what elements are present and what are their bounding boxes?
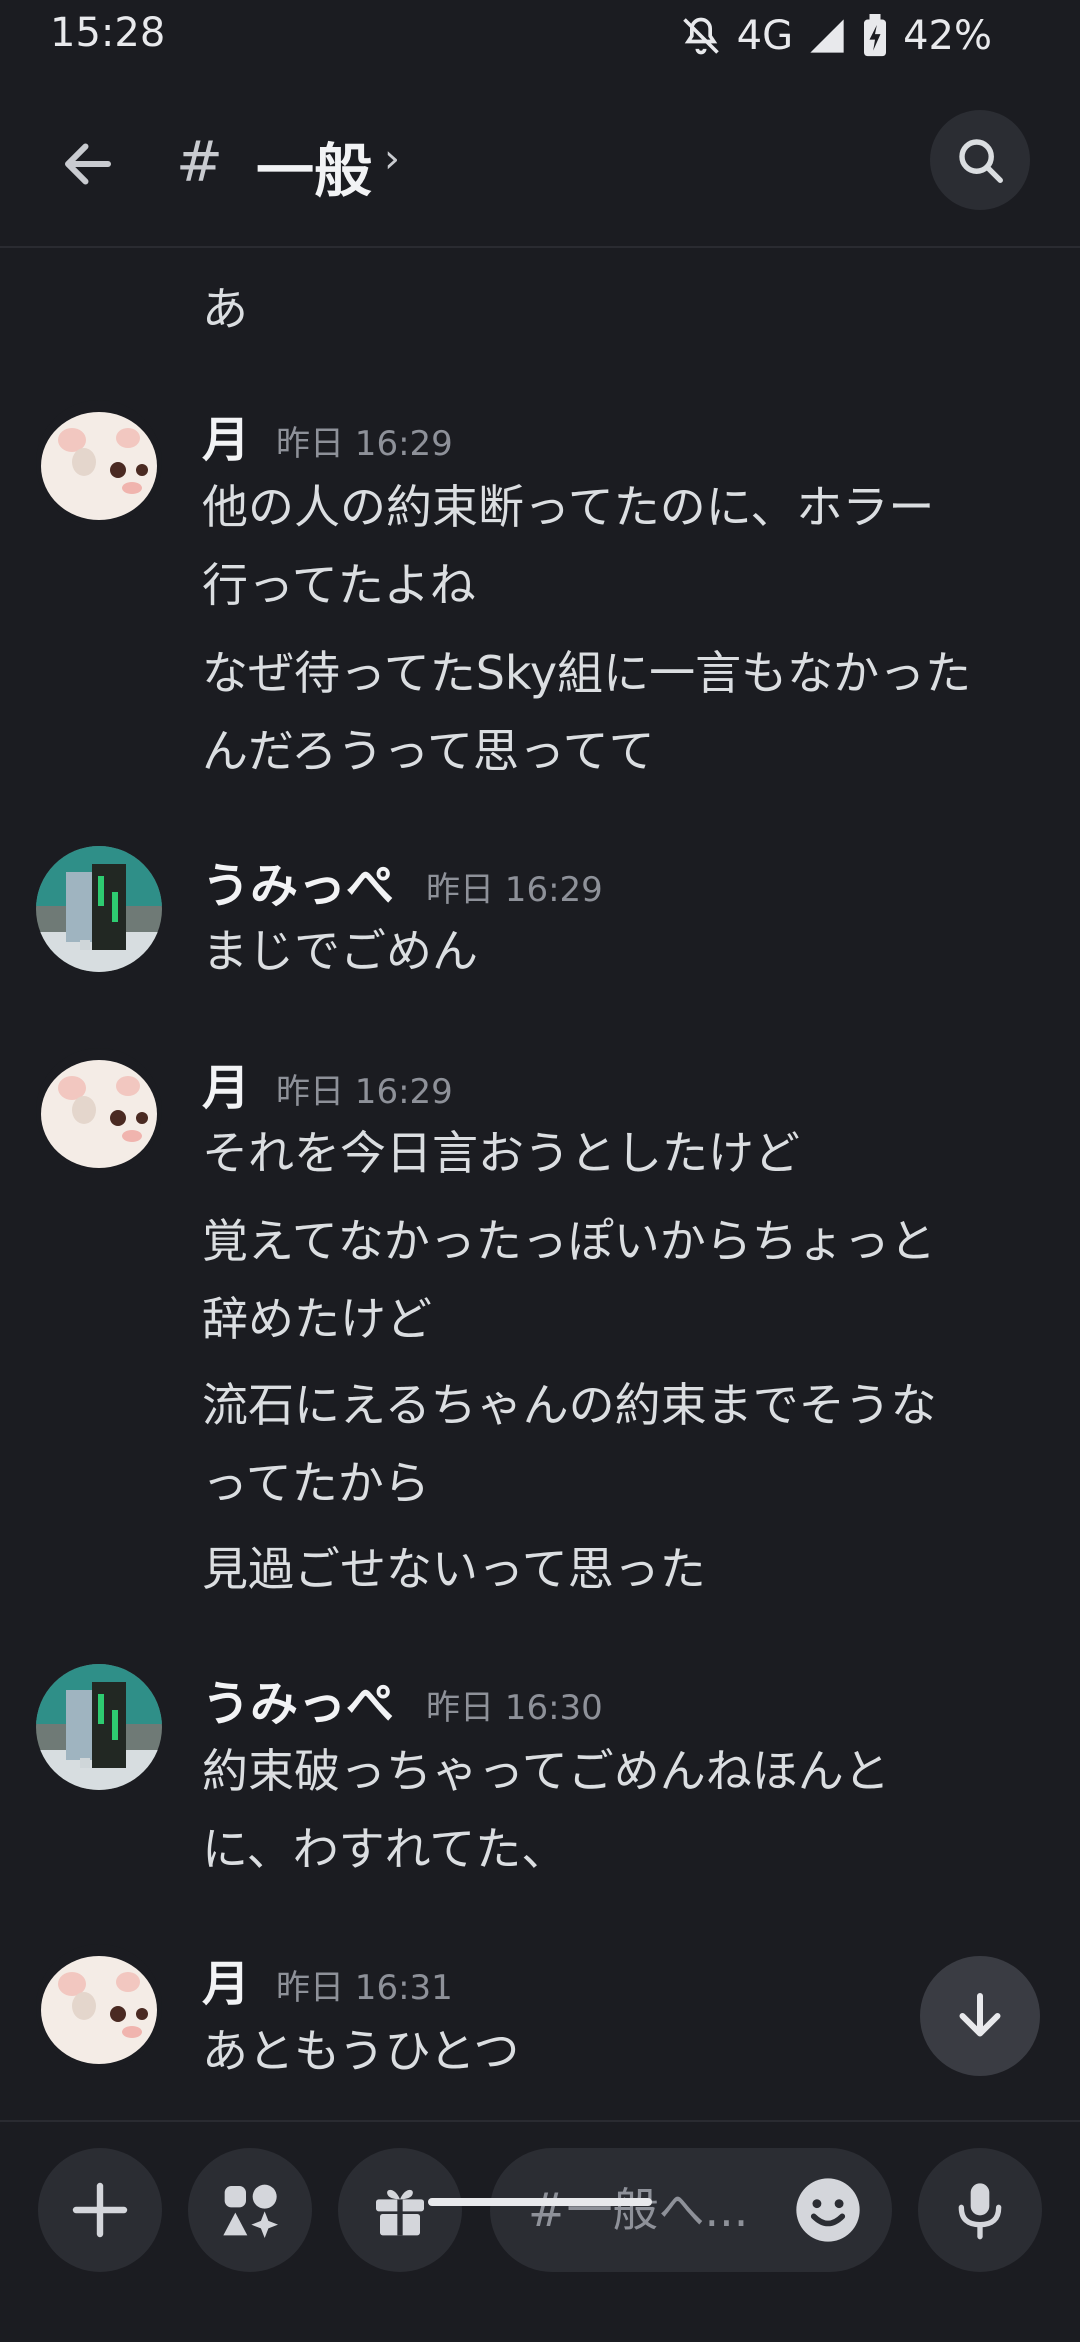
message-text: ってたから — [202, 1456, 430, 1510]
avatar[interactable] — [36, 1048, 162, 1174]
emoji-button[interactable] — [790, 2172, 866, 2248]
back-button[interactable] — [48, 124, 128, 204]
message-text: それを今日言おうとしたけど — [202, 1126, 800, 1180]
message-text: 流石にえるちゃんの約束までそうな — [202, 1378, 937, 1432]
voice-message-button[interactable] — [918, 2148, 1042, 2272]
message-text: 約束破っちゃってごめんねほんと — [202, 1744, 890, 1798]
message-input-container — [490, 2148, 892, 2272]
arrow-left-icon — [65, 143, 111, 185]
chevron-right-icon[interactable]: › — [384, 136, 400, 182]
status-time: 15:28 — [50, 10, 166, 56]
search-button[interactable] — [930, 110, 1030, 210]
message-text: なぜ待ってたSky組に一言もなかった — [202, 646, 972, 700]
author-name[interactable]: うみっぺ — [202, 846, 394, 916]
message-input[interactable] — [526, 2176, 770, 2244]
message-timestamp: 昨日 16:30 — [426, 1688, 603, 1728]
message-text: 覚えてなかったっぽいからちょっと — [202, 1214, 936, 1268]
gift-icon — [376, 2189, 424, 2236]
message-timestamp: 昨日 16:29 — [426, 870, 603, 910]
author-name[interactable]: 月 — [202, 1048, 250, 1118]
message-text: 見過ごせないって思った — [202, 1542, 706, 1596]
message-text: あともうひとつ — [202, 2024, 520, 2078]
avatar[interactable] — [36, 400, 162, 526]
message-text: んだろうって思ってて — [202, 724, 655, 778]
status-icons: 4G 42% — [679, 10, 992, 62]
battery-icon — [864, 14, 887, 57]
message-text: 行ってたよね — [202, 558, 476, 612]
message-timestamp: 昨日 16:29 — [276, 424, 453, 464]
add-attachment-button[interactable] — [38, 2148, 162, 2272]
message-list[interactable]: あ 月 昨日 16:29 他の人の約束断ってたのに、ホラー 行ってたよね なぜ待… — [0, 248, 1080, 2116]
avatar[interactable] — [36, 846, 162, 972]
plus-icon — [72, 2182, 128, 2238]
message-text: 辞めたけど — [202, 1292, 432, 1346]
battery-percent: 42% — [903, 13, 992, 59]
bell-off-icon — [682, 17, 719, 55]
message-timestamp: 昨日 16:29 — [276, 1072, 453, 1112]
channel-hash-icon: # — [176, 130, 223, 195]
channel-header: # 一般 › — [0, 96, 1080, 248]
home-indicator[interactable] — [428, 2198, 652, 2206]
apps-button[interactable] — [188, 2148, 312, 2272]
signal-icon — [810, 19, 844, 53]
user-avatar-pixel-character-icon — [36, 846, 162, 972]
network-type: 4G — [736, 13, 794, 59]
composer-bar — [0, 2120, 1080, 2342]
search-icon — [959, 139, 1003, 183]
message-text: に、わすれてた、 — [202, 1822, 568, 1876]
message-timestamp: 昨日 16:31 — [276, 1968, 453, 2008]
status-bar: 15:28 4G 42% — [0, 0, 1080, 74]
user-avatar-hamster-icon — [36, 1944, 162, 2070]
message-text: まじでごめん — [202, 924, 478, 978]
author-name[interactable]: うみっぺ — [202, 1664, 394, 1734]
message-text: あ — [202, 282, 248, 336]
gift-button[interactable] — [338, 2148, 462, 2272]
user-avatar-hamster-icon — [36, 400, 162, 526]
author-name[interactable]: 月 — [202, 400, 250, 470]
user-avatar-hamster-icon — [36, 1048, 162, 1174]
channel-name[interactable]: 一般 — [256, 124, 372, 208]
jump-to-latest-button[interactable] — [920, 1956, 1040, 2076]
microphone-icon — [958, 2183, 1002, 2240]
emoji-icon — [796, 2178, 860, 2242]
author-name[interactable]: 月 — [202, 1944, 250, 2014]
avatar[interactable] — [36, 1944, 162, 2070]
avatar[interactable] — [36, 1664, 162, 1790]
apps-icon — [223, 2184, 278, 2238]
user-avatar-pixel-character-icon — [36, 1664, 162, 1790]
message-text: 他の人の約束断ってたのに、ホラー — [202, 480, 935, 534]
arrow-down-icon — [959, 1993, 1001, 2037]
